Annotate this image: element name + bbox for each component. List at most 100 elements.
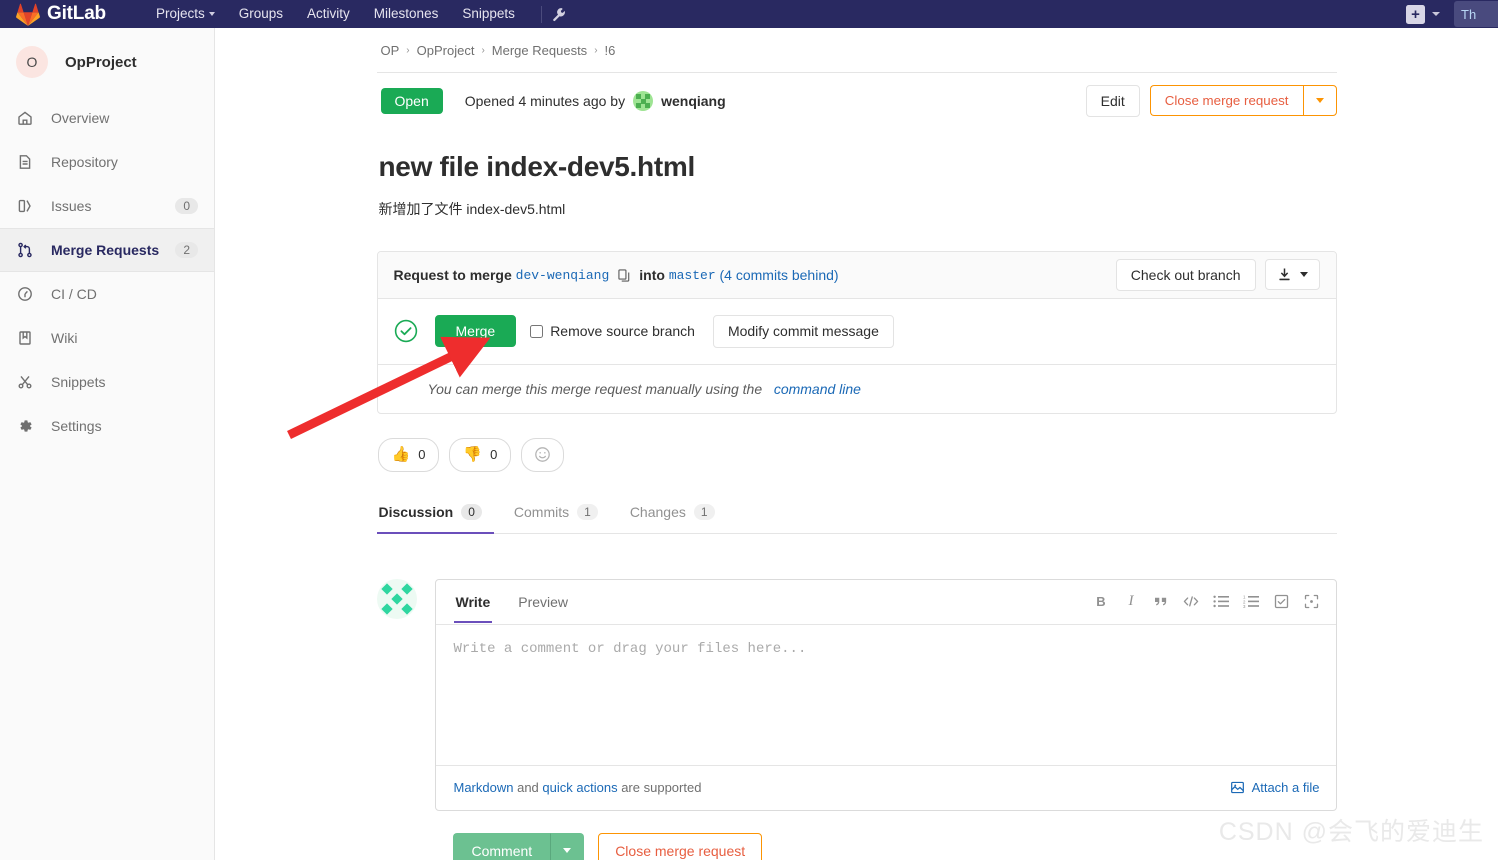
comment-form-actions: Comment Close merge request xyxy=(452,832,1337,860)
check-out-branch-button[interactable]: Check out branch xyxy=(1115,258,1256,292)
wrench-icon[interactable] xyxy=(552,7,567,22)
breadcrumb-op[interactable]: OP xyxy=(381,43,400,58)
tab-changes-label: Changes xyxy=(629,503,686,520)
note-editor: Write Preview B I 1 2 3 Write a comment … xyxy=(434,578,1337,811)
task-list-glyph xyxy=(1274,595,1288,609)
check-circle-glyph xyxy=(394,320,417,343)
top-navigation-bar: GitLab Projects Groups Activity Mileston… xyxy=(0,0,1498,28)
sidebar-item-settings[interactable]: Settings xyxy=(0,404,214,448)
content-wrapper: OP › OpProject › Merge Requests › !6 Ope… xyxy=(376,28,1337,860)
comment-dropdown-toggle[interactable] xyxy=(550,832,585,860)
sidebar-item-merge-requests[interactable]: Merge Requests 2 xyxy=(0,228,214,272)
breadcrumb-separator: › xyxy=(406,44,410,56)
quick-actions-link[interactable]: quick actions xyxy=(542,780,617,795)
nav-groups[interactable]: Groups xyxy=(227,0,295,28)
remove-source-branch-checkbox[interactable]: Remove source branch xyxy=(530,323,695,339)
commits-behind-link[interactable]: (4 commits behind) xyxy=(720,267,839,283)
comment-button[interactable]: Comment xyxy=(452,832,551,860)
sidebar-item-snippets[interactable]: Snippets xyxy=(0,360,214,404)
sidebar-project-header[interactable]: O OpProject xyxy=(0,28,214,96)
tab-preview[interactable]: Preview xyxy=(516,582,570,623)
project-avatar: O xyxy=(16,46,48,78)
gear-icon xyxy=(16,417,34,435)
home-icon xyxy=(16,109,34,127)
award-thumbs-down[interactable]: 👎 0 xyxy=(449,437,512,472)
award-thumbs-up[interactable]: 👍 0 xyxy=(377,437,440,472)
footer-and-text: and xyxy=(517,780,539,796)
nav-milestones[interactable]: Milestones xyxy=(362,0,451,28)
copy-glyph xyxy=(618,268,630,282)
download-dropdown-button[interactable] xyxy=(1264,259,1320,291)
bullet-list-glyph xyxy=(1213,595,1229,608)
close-merge-request-dropdown-toggle[interactable] xyxy=(1302,85,1337,117)
avatar xyxy=(633,91,654,111)
nav-snippets[interactable]: Snippets xyxy=(450,0,527,28)
quote-icon[interactable] xyxy=(1153,593,1170,610)
nav-projects[interactable]: Projects xyxy=(144,0,227,28)
code-icon[interactable] xyxy=(1183,593,1200,610)
author-name: wenqiang xyxy=(661,93,726,109)
breadcrumb-opproject[interactable]: OpProject xyxy=(417,43,475,58)
sidebar-item-repository[interactable]: Repository xyxy=(0,140,214,184)
top-right-partial-chip[interactable]: Th xyxy=(1454,1,1498,27)
tab-write[interactable]: Write xyxy=(453,582,493,623)
task-list-icon[interactable] xyxy=(1273,593,1290,610)
remove-source-branch-label: Remove source branch xyxy=(550,323,695,340)
nav-activity[interactable]: Activity xyxy=(295,0,362,28)
numbered-list-icon[interactable]: 1 2 3 xyxy=(1243,593,1260,610)
document-icon xyxy=(16,153,34,171)
remove-source-branch-input[interactable] xyxy=(530,324,544,338)
sidebar-item-overview[interactable]: Overview xyxy=(0,96,214,140)
attach-file-label: Attach a file xyxy=(1251,780,1320,796)
breadcrumb-merge-requests[interactable]: Merge Requests xyxy=(492,43,587,58)
bold-icon[interactable]: B xyxy=(1093,593,1110,610)
close-merge-request-button[interactable]: Close merge request xyxy=(1149,85,1303,117)
svg-text:3: 3 xyxy=(1243,604,1246,608)
footer-supported-text: are supported xyxy=(621,780,702,796)
new-item-chevron-down-icon[interactable] xyxy=(1432,12,1440,16)
top-nav-right: + Th xyxy=(1406,0,1498,28)
book-icon xyxy=(16,329,34,347)
branch-info: Request to merge dev-wenqiang into maste… xyxy=(394,267,839,283)
tab-discussion[interactable]: Discussion 0 xyxy=(376,494,494,534)
attach-file-button[interactable]: Attach a file xyxy=(1230,780,1320,795)
tab-commits[interactable]: Commits 1 xyxy=(512,494,610,534)
sidebar-label-wiki: Wiki xyxy=(51,330,78,346)
add-reaction-button[interactable] xyxy=(521,437,565,472)
bullet-list-icon[interactable] xyxy=(1213,593,1230,610)
sidebar-item-ci-cd[interactable]: CI / CD xyxy=(0,272,214,316)
wrench-glyph xyxy=(553,7,565,21)
nav-projects-label: Projects xyxy=(155,6,205,21)
sidebar-label-settings: Settings xyxy=(51,418,102,434)
thumbs-up-count: 0 xyxy=(418,447,426,463)
sidebar-label-snippets: Snippets xyxy=(51,374,106,390)
close-merge-request-bottom-button[interactable]: Close merge request xyxy=(598,832,763,860)
thumbs-down-count: 0 xyxy=(490,447,498,463)
modify-commit-message-button[interactable]: Modify commit message xyxy=(712,315,894,348)
new-item-button[interactable]: + xyxy=(1406,4,1425,24)
copy-icon[interactable] xyxy=(617,268,631,283)
tab-changes[interactable]: Changes 1 xyxy=(628,494,727,534)
command-line-link[interactable]: command line xyxy=(774,381,861,397)
merge-request-description: 新增加了文件 index-dev5.html xyxy=(378,201,566,217)
watermark: CSDN @会飞的爱迪生 xyxy=(1218,818,1484,846)
sidebar-item-issues[interactable]: Issues 0 xyxy=(0,184,214,228)
italic-icon[interactable]: I xyxy=(1123,593,1140,610)
sidebar-item-wiki[interactable]: Wiki xyxy=(0,316,214,360)
author-chip[interactable]: wenqiang xyxy=(633,91,726,111)
widget-manual-merge-row: You can merge this merge request manuall… xyxy=(378,365,1336,413)
edit-button[interactable]: Edit xyxy=(1085,84,1140,118)
comment-input[interactable] xyxy=(435,624,1336,765)
breadcrumb-separator: › xyxy=(594,44,598,56)
fullscreen-glyph xyxy=(1304,595,1318,609)
tab-changes-count: 1 xyxy=(693,503,715,520)
gitlab-logo[interactable]: GitLab xyxy=(16,3,106,26)
source-branch-link[interactable]: dev-wenqiang xyxy=(516,268,610,283)
merge-button[interactable]: Merge xyxy=(434,315,517,348)
main-content: OP › OpProject › Merge Requests › !6 Ope… xyxy=(215,28,1498,860)
nav-divider xyxy=(540,5,542,23)
fullscreen-icon[interactable] xyxy=(1303,593,1320,610)
target-branch-link[interactable]: master xyxy=(669,268,716,283)
markdown-toolbar: B I 1 2 3 xyxy=(1093,593,1320,610)
markdown-link[interactable]: Markdown xyxy=(454,780,514,795)
